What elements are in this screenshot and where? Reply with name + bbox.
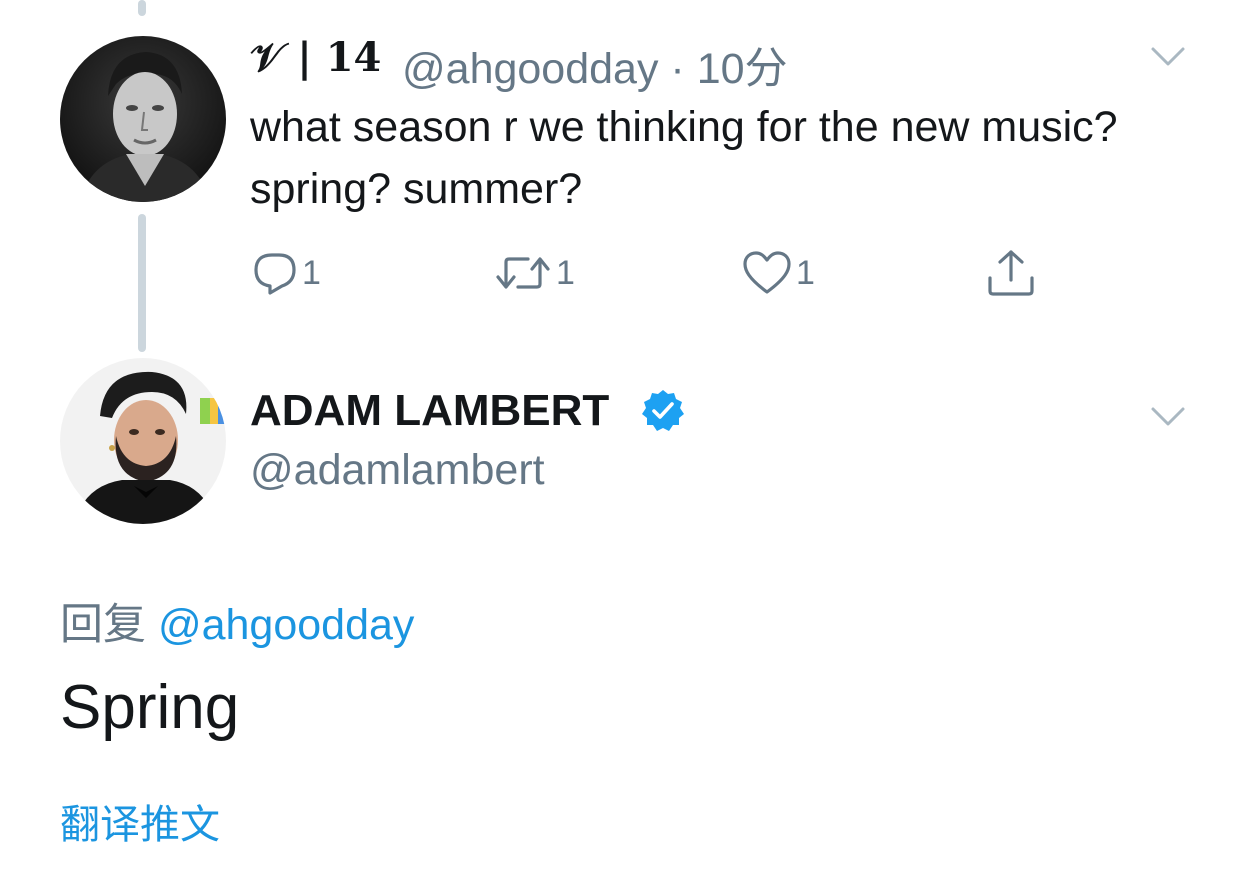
heart-icon [743,251,791,294]
thread-line-middle [138,214,146,352]
reply-count: 1 [302,253,321,292]
replying-prefix: 回复 [60,601,146,649]
parent-display-name[interactable]: 𝒱 | 14 [250,34,381,81]
verified-badge-icon [642,390,684,431]
share-icon [988,250,1034,296]
parent-handle-line[interactable]: @ahgoodday · 10分 [402,34,788,96]
reply-name-line[interactable]: ADAM LAMBERT [250,386,609,436]
reply-handle[interactable]: @adamlambert [250,446,545,495]
retweet-action[interactable]: 1 [494,246,575,300]
reply-avatar[interactable] [60,358,226,524]
retweet-icon [496,257,550,289]
reply-tweet-text: Spring [60,673,240,742]
like-count: 1 [796,253,815,292]
parent-tweet-text: what season r we thinking for the new mu… [250,103,1118,213]
like-action[interactable]: 1 [742,246,815,300]
parent-handle[interactable]: @ahgoodday [402,45,658,93]
replying-to-line: 回复 @ahgoodday [60,590,414,652]
share-action[interactable] [986,246,1036,300]
translate-tweet-link[interactable]: 翻译推文 [60,792,220,850]
thread-line-top [138,0,146,16]
reply-icon [254,253,296,295]
parent-avatar[interactable] [60,36,226,202]
retweet-count: 1 [556,253,575,292]
chevron-down-icon[interactable] [1150,46,1186,68]
chevron-down-icon[interactable] [1150,406,1186,428]
reply-display-name[interactable]: ADAM LAMBERT [250,386,609,435]
replying-mention-link[interactable]: @ahgoodday [158,601,414,649]
reply-action[interactable]: 1 [252,246,321,300]
parent-timestamp: · 10分 [670,45,788,93]
